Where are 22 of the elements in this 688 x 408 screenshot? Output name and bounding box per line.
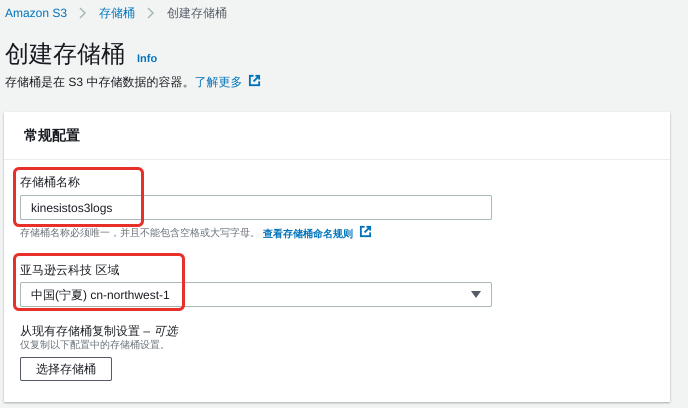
external-link-icon — [248, 74, 262, 87]
naming-rules-link[interactable]: 查看存储桶命名规则 — [263, 225, 372, 242]
choose-bucket-button[interactable]: 选择存储桶 — [20, 357, 112, 381]
field-label: 存储桶名称 — [20, 174, 81, 190]
external-link-icon — [359, 225, 372, 238]
field-hint: 仅复制以下配置中的存储桶设置。 — [20, 339, 171, 353]
chevron-icon — [147, 7, 156, 19]
panel-title: 常规配置 — [24, 126, 80, 145]
page-description: 存储桶是在 S3 中存储数据的容器。 — [5, 74, 194, 91]
info-link[interactable]: Info — [137, 50, 158, 67]
region-select[interactable]: 中国(宁夏) cn-northwest-1 — [20, 282, 492, 307]
field-label: 亚马逊云科技 区域 — [20, 262, 120, 278]
breadcrumb-link[interactable]: 存储桶 — [99, 4, 136, 22]
dropdown-caret-icon — [471, 291, 481, 298]
field-label: 从现有存储桶复制设置 – 可选 — [20, 323, 180, 339]
learn-more-link[interactable]: 了解更多 — [194, 73, 262, 91]
breadcrumb-link[interactable]: Amazon S3 — [5, 4, 68, 22]
field-hint: 存储桶名称必须唯一，并且不能包含空格或大写字母。 — [20, 226, 260, 241]
bucket-name-field[interactable]: kinesistos3logs — [20, 195, 492, 220]
chevron-icon — [79, 7, 88, 19]
breadcrumb-current: 创建存储桶 — [167, 5, 228, 22]
page-title: 创建存储桶 — [5, 40, 125, 70]
